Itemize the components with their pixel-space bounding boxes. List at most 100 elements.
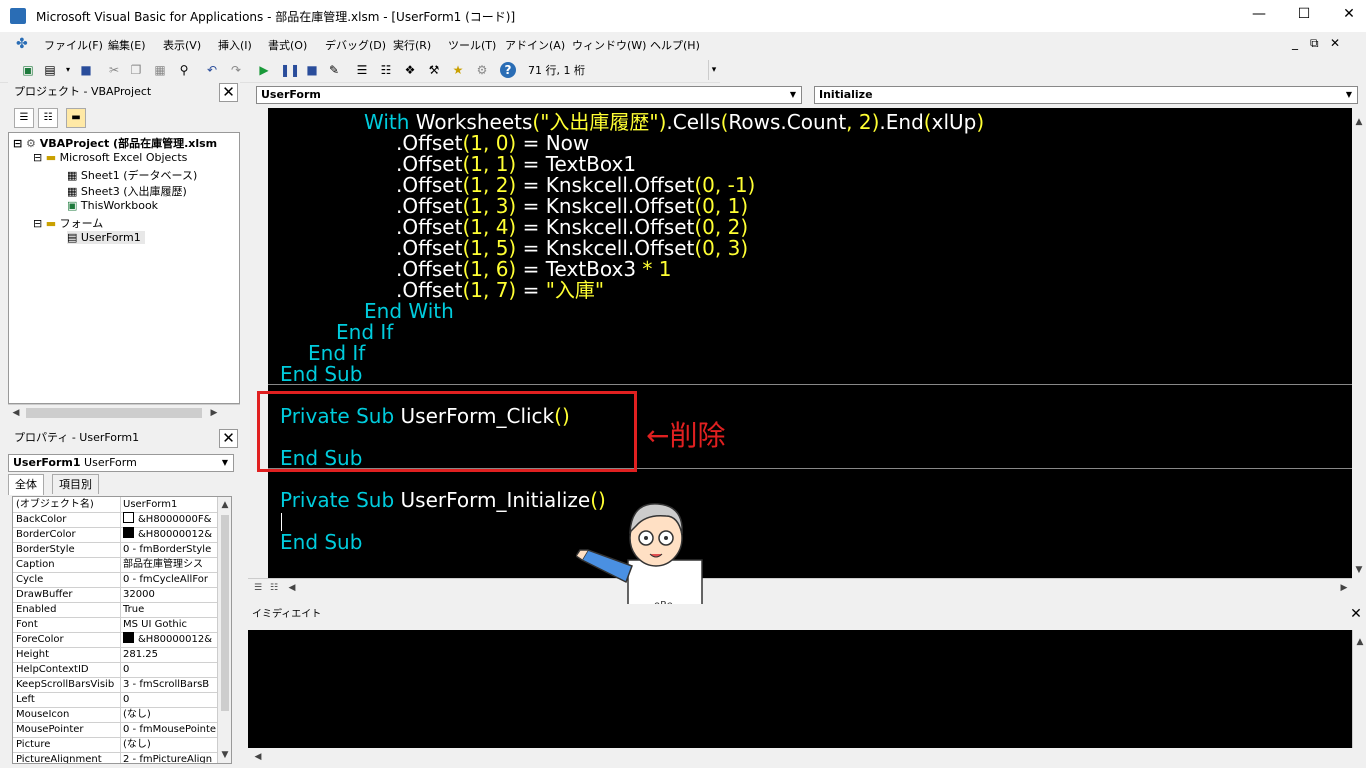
immediate-close-icon[interactable]: ✕	[1348, 606, 1364, 622]
code-line[interactable]: End Sub	[280, 532, 362, 553]
properties-close-icon[interactable]: ✕	[219, 429, 238, 448]
prop-row[interactable]: MouseIcon (なし)	[13, 707, 217, 723]
object-select[interactable]: UserForm1 UserForm ▼	[8, 454, 234, 472]
find-icon[interactable]: ⚲	[176, 62, 192, 78]
object-browser-icon[interactable]: ❖	[402, 62, 418, 78]
prop-row[interactable]: BackColor &H8000000F&	[13, 512, 217, 528]
scroll-thumb[interactable]	[26, 408, 202, 418]
prop-row[interactable]: BorderColor &H80000012&	[13, 527, 217, 543]
properties-icon[interactable]: ☷	[378, 62, 394, 78]
code-line[interactable]: End Sub	[280, 364, 362, 385]
menu-addins[interactable]: アドイン(A)	[505, 37, 565, 53]
object-combo[interactable]: UserForm ▼	[256, 86, 802, 104]
chevron-down-icon[interactable]: ▾	[60, 62, 76, 78]
menu-view[interactable]: 表示(V)	[163, 37, 201, 53]
prop-row[interactable]: Picture (なし)	[13, 737, 217, 753]
code-line[interactable]: .Offset(1, 7) = "入庫"	[396, 280, 604, 301]
menu-window[interactable]: ウィンドウ(W)	[572, 37, 646, 53]
close-button[interactable]: ✕	[1334, 6, 1364, 26]
code-line[interactable]: .Offset(1, 6) = TextBox3 * 1	[396, 259, 672, 280]
scroll-thumb[interactable]	[221, 515, 229, 711]
tree-node-vbaproject[interactable]: ⊟ ⚙ VBAProject (部品在庫管理.xlsm	[13, 135, 217, 151]
tree-node-forms[interactable]: ⊟ ▬ フォーム	[33, 215, 103, 231]
view-code-icon[interactable]: ☰	[14, 108, 34, 128]
scroll-left-icon[interactable]: ◀	[250, 749, 266, 765]
redo-icon[interactable]: ↷	[228, 62, 244, 78]
code-line[interactable]: End If	[336, 322, 393, 343]
tab-categorized[interactable]: 項目別	[52, 474, 99, 494]
scroll-right-icon[interactable]: ▶	[1336, 580, 1352, 596]
mdi-minimize-button[interactable]: _	[1292, 36, 1298, 50]
tree-node-excel-objects[interactable]: ⊟ ▬ Microsoft Excel Objects	[33, 151, 187, 164]
prop-row[interactable]: KeepScrollBarsVisib 3 - fmScrollBarsB	[13, 677, 217, 693]
break-icon[interactable]: ❚❚	[280, 62, 300, 78]
code-editor[interactable]: With Worksheets("入出庫履歴").Cells(Rows.Coun…	[268, 108, 1352, 578]
scroll-right-icon[interactable]: ▶	[206, 405, 222, 421]
code-line[interactable]: .Offset(1, 2) = Knskcell.Offset(0, -1)	[396, 175, 755, 196]
minimize-button[interactable]: —	[1244, 6, 1274, 26]
tools-icon[interactable]: ★	[450, 62, 466, 78]
prop-row[interactable]: HelpContextID 0	[13, 662, 217, 678]
view-object-icon[interactable]: ☷	[38, 108, 58, 128]
scroll-left-icon[interactable]: ◀	[284, 580, 300, 596]
project-hscroll[interactable]: ◀ ▶	[8, 404, 240, 421]
immediate-vscroll[interactable]: ▲	[1352, 630, 1366, 748]
scroll-up-icon[interactable]: ▲	[217, 497, 231, 513]
undo-icon[interactable]: ↶	[204, 62, 220, 78]
procedure-view-icon[interactable]: ☰	[250, 580, 266, 596]
prop-row[interactable]: ForeColor &H80000012&	[13, 632, 217, 648]
code-hscroll[interactable]: ☰ ☷ ◀ ▶	[248, 578, 1352, 597]
scroll-left-icon[interactable]: ◀	[8, 405, 24, 421]
toggle-folders-icon[interactable]: ▬	[66, 108, 86, 128]
scroll-down-icon[interactable]: ▼	[1351, 562, 1366, 578]
tree-node-thisworkbook[interactable]: ▣ ThisWorkbook	[67, 199, 158, 212]
project-close-icon[interactable]: ✕	[219, 83, 238, 102]
code-line[interactable]: .Offset(1, 3) = Knskcell.Offset(0, 1)	[396, 196, 748, 217]
prop-row[interactable]: Left 0	[13, 692, 217, 708]
prop-row[interactable]: (オブジェクト名) UserForm1	[13, 497, 217, 513]
code-line[interactable]: End With	[364, 301, 454, 322]
mdi-restore-button[interactable]: ⧉	[1310, 36, 1319, 51]
prop-row[interactable]: PictureAlignment 2 - fmPictureAlign	[13, 752, 217, 763]
mdi-close-button[interactable]: ✕	[1330, 36, 1340, 50]
code-line[interactable]: .Offset(1, 1) = TextBox1	[396, 154, 636, 175]
immediate-window[interactable]	[248, 630, 1352, 748]
prop-row[interactable]: Cycle 0 - fmCycleAllFor	[13, 572, 217, 588]
procedure-combo[interactable]: Initialize ▼	[814, 86, 1358, 104]
tree-node-sheet1[interactable]: ▦ Sheet1 (データベース)	[67, 167, 197, 183]
save-icon[interactable]: ■	[78, 62, 94, 78]
cut-icon[interactable]: ✂	[106, 62, 122, 78]
help-icon[interactable]: ?	[500, 62, 516, 78]
menu-tools[interactable]: ツール(T)	[448, 37, 496, 53]
copy-icon[interactable]: ❐	[128, 62, 144, 78]
tab-alphabetic[interactable]: 全体	[8, 474, 44, 495]
code-line[interactable]: .Offset(1, 4) = Knskcell.Offset(0, 2)	[396, 217, 748, 238]
tree-node-sheet3[interactable]: ▦ Sheet3 (入出庫履歴)	[67, 183, 187, 199]
menu-edit[interactable]: 編集(E)	[108, 37, 146, 53]
scroll-up-icon[interactable]: ▲	[1351, 114, 1366, 130]
wrench-icon[interactable]: ⚙	[474, 62, 490, 78]
code-line[interactable]: .Offset(1, 0) = Now	[396, 133, 589, 154]
scroll-down-icon[interactable]: ▼	[217, 747, 231, 763]
code-line[interactable]: Private Sub UserForm_Initialize()	[280, 490, 606, 511]
chevron-down-icon[interactable]: ▼	[218, 456, 232, 470]
prop-row[interactable]: Font MS UI Gothic	[13, 617, 217, 633]
immediate-hscroll[interactable]: ◀	[248, 748, 1352, 766]
code-line[interactable]: .Offset(1, 5) = Knskcell.Offset(0, 3)	[396, 238, 748, 259]
maximize-button[interactable]: ☐	[1289, 6, 1319, 26]
code-vscroll[interactable]: ▲ ▼	[1352, 108, 1366, 578]
chevron-down-icon[interactable]: ▼	[1342, 88, 1356, 102]
toolbox-icon[interactable]: ⚒	[426, 62, 442, 78]
code-line[interactable]: With Worksheets("入出庫履歴").Cells(Rows.Coun…	[364, 112, 984, 133]
design-mode-icon[interactable]: ✎	[326, 62, 342, 78]
tree-node-userform1[interactable]: ▤ UserForm1	[67, 231, 145, 244]
code-line[interactable]: End If	[308, 343, 365, 364]
prop-row[interactable]: DrawBuffer 32000	[13, 587, 217, 603]
menu-help[interactable]: ヘルプ(H)	[650, 37, 700, 53]
excel-icon[interactable]: ▣	[20, 62, 36, 78]
prop-row[interactable]: MousePointer 0 - fmMousePointe	[13, 722, 217, 738]
project-explorer-icon[interactable]: ☰	[354, 62, 370, 78]
menu-debug[interactable]: デバッグ(D)	[325, 37, 386, 53]
prop-row[interactable]: Enabled True	[13, 602, 217, 618]
prop-row[interactable]: Height 281.25	[13, 647, 217, 663]
